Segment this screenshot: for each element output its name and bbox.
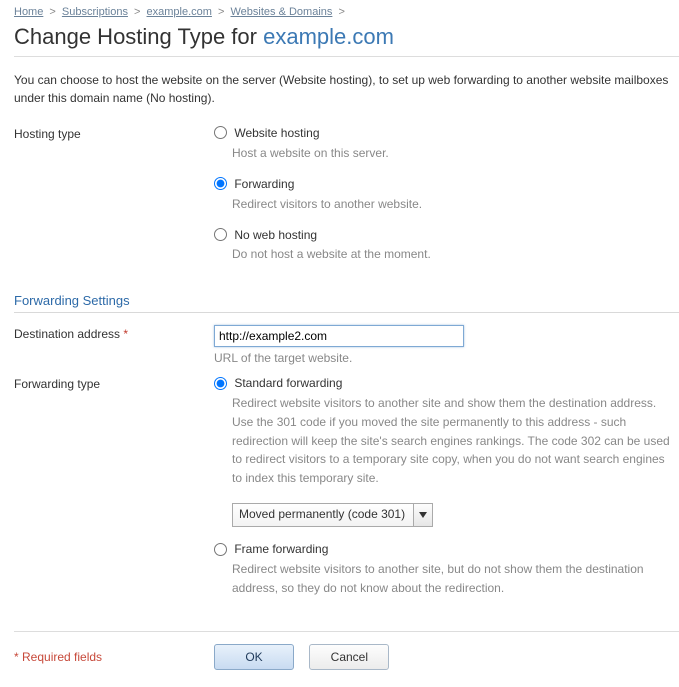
forwarding-type-frame[interactable]: Frame forwarding — [214, 541, 328, 555]
destination-address-label: Destination address * — [14, 325, 214, 341]
destination-address-hint: URL of the target website. — [214, 351, 679, 365]
hosting-type-none[interactable]: No web hosting — [214, 227, 317, 241]
hosting-type-website-radio[interactable] — [214, 126, 227, 139]
forwarding-type-standard-radio[interactable] — [214, 377, 227, 390]
required-fields-note: * Required fields — [14, 650, 214, 664]
intro-text: You can choose to host the website on th… — [14, 71, 679, 107]
breadcrumb: Home > Subscriptions > example.com > Web… — [14, 0, 679, 22]
hosting-type-forwarding-hint: Redirect visitors to another website. — [232, 195, 679, 213]
hosting-type-website[interactable]: Website hosting — [214, 125, 320, 139]
chevron-down-icon[interactable] — [413, 504, 432, 526]
hosting-type-website-hint: Host a website on this server. — [232, 144, 679, 162]
hosting-type-none-radio[interactable] — [214, 228, 227, 241]
ok-button[interactable]: OK — [214, 644, 294, 670]
page-title-domain: example.com — [263, 24, 394, 49]
cancel-button[interactable]: Cancel — [309, 644, 389, 670]
hosting-type-forwarding[interactable]: Forwarding — [214, 176, 294, 190]
forwarding-type-frame-label: Frame forwarding — [234, 542, 328, 556]
forwarding-type-standard-label: Standard forwarding — [234, 376, 342, 390]
required-marker: * — [123, 327, 128, 341]
divider — [14, 56, 679, 57]
breadcrumb-domain[interactable]: example.com — [147, 6, 212, 18]
destination-address-input[interactable] — [214, 325, 464, 347]
breadcrumb-home[interactable]: Home — [14, 6, 43, 18]
breadcrumb-sep: > — [218, 6, 224, 18]
forwarding-type-standard-desc: Redirect website visitors to another sit… — [232, 394, 672, 487]
breadcrumb-sep: > — [49, 6, 55, 18]
hosting-type-none-hint: Do not host a website at the moment. — [232, 245, 679, 263]
page-title: Change Hosting Type for example.com — [14, 24, 679, 50]
breadcrumb-websites[interactable]: Websites & Domains — [231, 6, 333, 18]
divider — [14, 631, 679, 632]
breadcrumb-subscriptions[interactable]: Subscriptions — [62, 6, 128, 18]
breadcrumb-sep: > — [134, 6, 140, 18]
redirect-code-select-value: Moved permanently (code 301) — [233, 504, 413, 526]
hosting-type-none-label: No web hosting — [234, 227, 317, 241]
breadcrumb-sep: > — [338, 6, 344, 18]
forwarding-settings-heading: Forwarding Settings — [14, 293, 679, 313]
forwarding-type-frame-desc: Redirect website visitors to another sit… — [232, 560, 672, 597]
forwarding-type-frame-radio[interactable] — [214, 543, 227, 556]
hosting-type-forwarding-label: Forwarding — [234, 177, 294, 191]
hosting-type-website-label: Website hosting — [234, 126, 319, 140]
forwarding-type-standard[interactable]: Standard forwarding — [214, 375, 342, 389]
redirect-code-select[interactable]: Moved permanently (code 301) — [232, 503, 433, 527]
hosting-type-label: Hosting type — [14, 125, 214, 141]
hosting-type-forwarding-radio[interactable] — [214, 177, 227, 190]
forwarding-type-label: Forwarding type — [14, 375, 214, 391]
